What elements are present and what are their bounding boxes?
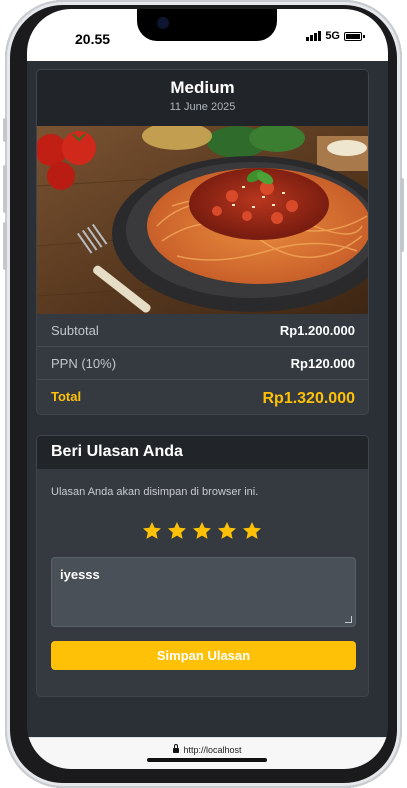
- order-date: 11 June 2025: [169, 101, 236, 113]
- food-image: [37, 126, 368, 314]
- review-header: Beri Ulasan Anda: [37, 436, 368, 469]
- power-button: [400, 178, 404, 252]
- tax-row: PPN (10%) Rp120.000: [37, 347, 368, 380]
- volume-up-button: [3, 165, 7, 213]
- review-note: Ulasan Anda akan disimpan di browser ini…: [51, 486, 259, 498]
- home-indicator[interactable]: [147, 758, 267, 762]
- signal-icon: [306, 31, 322, 41]
- rating-stars: [141, 520, 263, 542]
- subtotal-value: Rp1.200.000: [279, 323, 355, 338]
- network-label: 5G: [325, 30, 340, 42]
- front-camera-icon: [157, 17, 169, 29]
- total-label: Total: [51, 389, 82, 404]
- order-card: Medium 11 June 2025 Subtotal Rp1.200.000…: [36, 69, 369, 415]
- star-icon[interactable]: [216, 520, 238, 542]
- status-time: 20.55: [75, 31, 111, 47]
- phone-frame: 20.55 5G Medium 11 June 2025 Subtotal Rp…: [3, 0, 404, 788]
- star-icon[interactable]: [191, 520, 213, 542]
- total-value: Rp1.320.000: [262, 390, 355, 407]
- status-indicators: 5G: [306, 30, 365, 42]
- url-text: http://localhost: [183, 745, 242, 755]
- tax-value: Rp120.000: [290, 356, 355, 371]
- review-heading: Beri Ulasan Anda: [51, 443, 183, 460]
- review-textarea[interactable]: iyesss: [51, 557, 356, 627]
- subtotal-row: Subtotal Rp1.200.000: [37, 314, 368, 347]
- browser-url-bar: http://localhost: [27, 737, 388, 769]
- status-bar: 20.55 5G: [27, 9, 388, 61]
- battery-icon: [344, 31, 365, 41]
- total-row: Total Rp1.320.000: [37, 380, 368, 414]
- volume-down-button: [3, 222, 7, 270]
- order-title: Medium: [170, 78, 235, 97]
- subtotal-label: Subtotal: [51, 323, 99, 338]
- resize-handle-icon[interactable]: [345, 616, 352, 623]
- tax-label: PPN (10%): [51, 356, 117, 371]
- star-icon[interactable]: [141, 520, 163, 542]
- page-content: Medium 11 June 2025 Subtotal Rp1.200.000…: [27, 61, 388, 737]
- url-display[interactable]: http://localhost: [27, 744, 388, 755]
- mute-switch: [3, 118, 7, 142]
- lock-icon: [173, 744, 180, 753]
- notch: [137, 9, 277, 41]
- spaghetti-image-icon: [37, 126, 368, 314]
- review-card: Beri Ulasan Anda Ulasan Anda akan disimp…: [36, 435, 369, 697]
- star-icon[interactable]: [166, 520, 188, 542]
- save-review-button[interactable]: Simpan Ulasan: [51, 641, 356, 670]
- order-header: Medium 11 June 2025: [37, 70, 368, 126]
- screen: 20.55 5G Medium 11 June 2025 Subtotal Rp…: [27, 9, 388, 769]
- star-icon[interactable]: [241, 520, 263, 542]
